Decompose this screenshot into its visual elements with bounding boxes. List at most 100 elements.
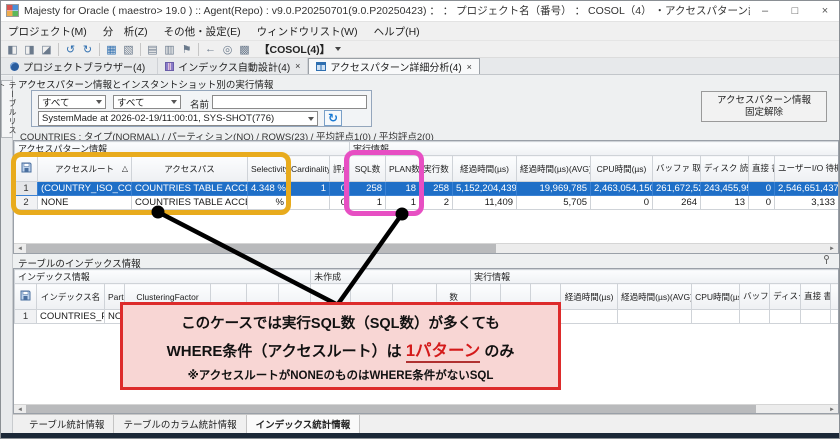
cell-buffer[interactable]: 261,672,522 [653, 182, 701, 196]
column-header-selectivity[interactable]: Selectivity [248, 156, 288, 182]
cell-route[interactable]: (COUNTRY_ISO_CODE, =) [38, 182, 132, 196]
column-header-buffer[interactable]: バッファ 取得数 [653, 156, 701, 182]
cell-cpu[interactable]: 0 [591, 196, 653, 210]
unpin-access-pattern-button[interactable]: アクセスパターン情報 固定解除 [701, 91, 827, 122]
pin-icon[interactable] [824, 255, 829, 264]
cell[interactable] [770, 310, 801, 324]
snapshot-open-icon[interactable]: ◨ [21, 42, 38, 57]
scope-select-2[interactable]: すべて [113, 95, 181, 109]
tab-close-icon[interactable]: × [295, 61, 300, 71]
cell-buffer[interactable]: 264 [653, 196, 701, 210]
rotate-right-icon[interactable]: ↻ [79, 42, 96, 57]
cell-sql-count[interactable]: 1 [350, 196, 386, 210]
column-header-elapsed-avg[interactable]: 経過時間(µs)(AVG) [517, 156, 591, 182]
tab-project-browser[interactable]: プロジェクトブラウザー(4) [3, 58, 158, 74]
menu-help[interactable]: ヘルプ(H) [366, 22, 428, 40]
cell-exec-count[interactable]: 2 [420, 196, 453, 210]
column-header-disk[interactable]: ディスク 読取り数 [701, 156, 749, 182]
save-button[interactable] [15, 156, 38, 182]
cell[interactable] [740, 310, 770, 324]
marker-icon[interactable]: ◎ [219, 42, 236, 57]
scroll-track[interactable] [26, 244, 826, 254]
column-header-cpu[interactable]: CPU時間(µs) [692, 284, 740, 310]
row-number[interactable]: 1 [15, 182, 38, 196]
tab-index-statistics[interactable]: インデックス統計情報 [247, 415, 361, 433]
row-number[interactable]: 1 [15, 310, 37, 324]
cell-selectivity[interactable]: 4.348 % [248, 182, 288, 196]
menu-windowlist[interactable]: ウィンドウリスト(W) [249, 22, 366, 40]
column-header-elapsed[interactable]: 経過時間(µs) [453, 156, 517, 182]
column-header-exec-count[interactable]: 実行数 [420, 156, 453, 182]
cell-elapsed[interactable]: 5,152,204,439 [453, 182, 517, 196]
cell-index-name[interactable]: COUNTRIES_PK [37, 310, 105, 324]
rotate-left-icon[interactable]: ↺ [62, 42, 79, 57]
column-header-sql-count[interactable]: SQL数 [350, 156, 386, 182]
table-view-icon[interactable]: ▦ [103, 42, 120, 57]
cell-path[interactable]: COUNTRIES TABLE ACCESS FULL [132, 182, 248, 196]
flag-icon[interactable]: ⚑ [178, 42, 195, 57]
cell-cardinality[interactable] [288, 196, 330, 210]
scroll-track[interactable] [26, 405, 826, 415]
name-filter-input[interactable] [212, 95, 367, 109]
column-header-plan-count[interactable]: PLAN数 [386, 156, 420, 182]
cell-elapsed-avg[interactable]: 19,969,785 [517, 182, 591, 196]
refresh-button[interactable]: ↻ [324, 110, 342, 126]
column-header-direct[interactable]: 直接 書込数 [801, 284, 831, 310]
cell-direct[interactable]: 0 [749, 196, 775, 210]
cell-cpu[interactable]: 2,463,054,150 [591, 182, 653, 196]
menu-settings[interactable]: その他・設定(E) [156, 22, 249, 40]
cell[interactable] [801, 310, 831, 324]
column-header-route[interactable]: アクセスルート△ [38, 156, 132, 182]
horizontal-scrollbar[interactable]: ◄ ► [14, 243, 838, 253]
row-number[interactable]: 2 [15, 196, 38, 210]
cell[interactable] [561, 310, 618, 324]
scroll-thumb[interactable] [26, 405, 756, 415]
scroll-thumb[interactable] [26, 244, 496, 254]
maximize-button[interactable]: □ [780, 0, 810, 22]
column-header-index-name[interactable]: インデックス名 [37, 284, 105, 310]
table-design-icon[interactable]: ▧ [120, 42, 137, 57]
column-header-cpu[interactable]: CPU時間(µs) [591, 156, 653, 182]
context-project-label[interactable]: 【COSOL(4)】 [259, 42, 330, 57]
column-header-cardinality[interactable]: Cardinality [288, 156, 330, 182]
cell-user-io[interactable]: 3,133 [775, 196, 839, 210]
tab-index-auto-design[interactable]: インデックス自動設計(4) × [158, 58, 308, 74]
back-arrow-icon[interactable]: ← [202, 42, 219, 57]
close-button[interactable]: × [810, 0, 840, 22]
cell-elapsed[interactable]: 11,409 [453, 196, 517, 210]
table-row[interactable]: 2 NONE COUNTRIES TABLE ACCESS FULL % 0 1… [15, 196, 839, 210]
cell-selectivity[interactable]: % [248, 196, 288, 210]
menu-analysis[interactable]: 分 析(Z) [95, 22, 156, 40]
column-header-user-io[interactable]: ユーザーI/O 待機時間(µs) [775, 156, 839, 182]
tab-access-pattern-analysis[interactable]: アクセスパターン詳細分析(4) × [308, 58, 480, 74]
save-button[interactable] [15, 284, 37, 310]
column-header[interactable] [831, 284, 839, 310]
scroll-left-icon[interactable]: ◄ [14, 405, 26, 415]
snapshot-edit-icon[interactable]: ◪ [38, 42, 55, 57]
cell-plan-count[interactable]: 1 [386, 196, 420, 210]
cell-score[interactable]: 0 [330, 182, 350, 196]
scope-select-1[interactable]: すべて [38, 95, 106, 109]
column-header-score[interactable]: 評点 [330, 156, 350, 182]
tab-column-statistics[interactable]: テーブルのカラム統計情報 [114, 415, 246, 433]
cell-cardinality[interactable]: 1 [288, 182, 330, 196]
cell[interactable] [618, 310, 692, 324]
horizontal-scrollbar[interactable]: ◄ ► [14, 404, 838, 414]
table-row[interactable]: 1 (COUNTRY_ISO_CODE, =) COUNTRIES TABLE … [15, 182, 839, 196]
cell-user-io[interactable]: 2,546,651,437 [775, 182, 839, 196]
cell-score[interactable]: 0 [330, 196, 350, 210]
document-icon[interactable]: ▥ [161, 42, 178, 57]
cell-route[interactable]: NONE [38, 196, 132, 210]
scroll-left-icon[interactable]: ◄ [14, 244, 26, 254]
cell-plan-count[interactable]: 18 [386, 182, 420, 196]
report-icon[interactable]: ▤ [144, 42, 161, 57]
tab-table-statistics[interactable]: テーブル統計情報 [20, 415, 114, 433]
sidebar-tab-table-list[interactable]: テーブルリスト [1, 80, 13, 138]
scroll-right-icon[interactable]: ► [826, 244, 838, 254]
snapshot-new-icon[interactable]: ◧ [4, 42, 21, 57]
archive-icon[interactable]: ▩ [236, 42, 253, 57]
scroll-right-icon[interactable]: ► [826, 405, 838, 415]
cell[interactable] [692, 310, 740, 324]
cell-exec-count[interactable]: 258 [420, 182, 453, 196]
cell-elapsed-avg[interactable]: 5,705 [517, 196, 591, 210]
